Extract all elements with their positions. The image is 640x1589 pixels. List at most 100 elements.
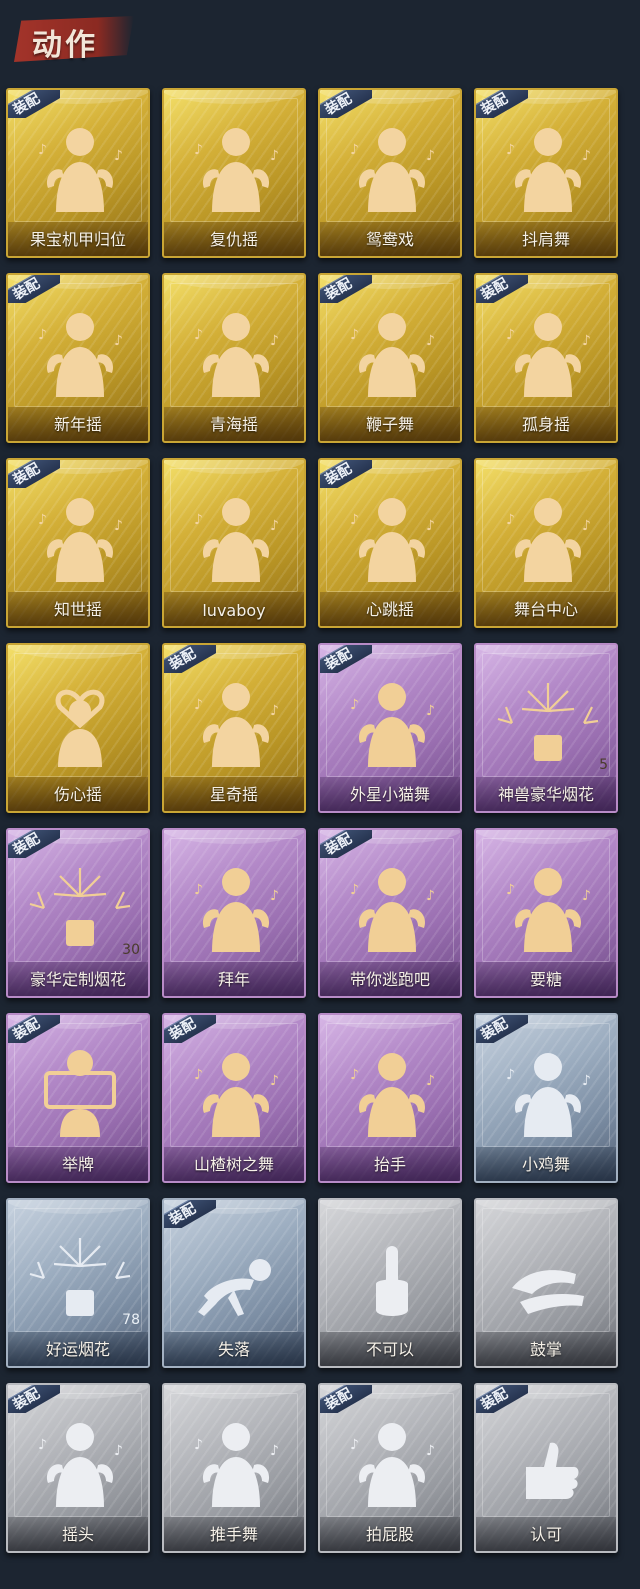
equipped-badge: 装配 [8, 275, 60, 303]
page-title: 动作 [32, 28, 98, 63]
action-name: 带你逃跑吧 [349, 970, 430, 989]
action-card[interactable]: 不可以 [318, 1198, 462, 1368]
svg-text:♪: ♪ [582, 333, 591, 349]
equipped-badge: 装配 [476, 90, 528, 118]
action-card[interactable]: ♪ ♪ 新年摇 装配 [6, 273, 150, 443]
action-name: 抬手 [373, 1155, 406, 1174]
action-name: 拍屁股 [365, 1525, 414, 1544]
svg-text:♪: ♪ [38, 327, 47, 343]
action-name: 鼓掌 [529, 1340, 562, 1359]
action-name: 新年摇 [53, 415, 102, 434]
action-card[interactable]: 5 神兽豪华烟花 [474, 643, 618, 813]
action-card[interactable]: 鼓掌 [474, 1198, 618, 1368]
action-card[interactable]: ♪ ♪ 知世摇 装配 [6, 458, 150, 628]
item-count: 78 [122, 1312, 140, 1328]
dancer-icon: ♪ ♪ [476, 108, 616, 218]
action-card[interactable]: ♪ ♪ 小鸡舞 装配 [474, 1013, 618, 1183]
action-card[interactable]: 失落 装配 [162, 1198, 306, 1368]
action-card[interactable]: ♪ ♪ 摇头 装配 [6, 1383, 150, 1553]
dancer-icon: ♪ ♪ [8, 293, 148, 403]
action-card[interactable]: 30 豪华定制烟花 装配 [6, 828, 150, 998]
action-name: 鞭子舞 [365, 415, 414, 434]
action-card[interactable]: ♪ ♪ 青海摇 [162, 273, 306, 443]
svg-text:♪: ♪ [506, 142, 515, 158]
equipped-badge: 装配 [320, 1385, 372, 1413]
dancer-icon: ♪ ♪ [476, 293, 616, 403]
action-card[interactable]: 认可 装配 [474, 1383, 618, 1553]
item-count: 30 [122, 942, 140, 958]
dancer-icon: ♪ ♪ [320, 848, 460, 958]
action-card[interactable]: ♪ ♪ 山楂树之舞 装配 [162, 1013, 306, 1183]
fireworks-icon [476, 663, 616, 773]
action-card[interactable]: ♪ ♪ 外星小猫舞 装配 [318, 643, 462, 813]
clap-icon [476, 1218, 616, 1328]
svg-text:♪: ♪ [506, 882, 515, 898]
action-card[interactable]: ♪ ♪ 星奇摇 装配 [162, 643, 306, 813]
action-card[interactable]: ♪ ♪ 拜年 [162, 828, 306, 998]
svg-text:♪: ♪ [114, 1443, 123, 1459]
dancer-icon: ♪ ♪ [320, 1403, 460, 1513]
dancer-icon: ♪ ♪ [8, 478, 148, 588]
svg-text:♪: ♪ [194, 882, 203, 898]
svg-text:♪: ♪ [582, 888, 591, 904]
equipped-badge: 装配 [320, 830, 372, 858]
svg-text:♪: ♪ [582, 518, 591, 534]
svg-text:♪: ♪ [582, 148, 591, 164]
action-card[interactable]: ♪ ♪ 孤身摇 装配 [474, 273, 618, 443]
svg-text:♪: ♪ [426, 148, 435, 164]
dancer-icon: ♪ ♪ [164, 478, 304, 588]
action-card[interactable]: ♪ ♪ 复仇摇 [162, 88, 306, 258]
action-name: luvaboy [202, 601, 266, 620]
action-card[interactable]: ♪ ♪ 鞭子舞 装配 [318, 273, 462, 443]
svg-text:♪: ♪ [426, 888, 435, 904]
equipped-badge: 装配 [8, 1015, 60, 1043]
action-name: 心跳摇 [365, 600, 414, 619]
svg-text:♪: ♪ [350, 882, 359, 898]
equipped-badge: 装配 [164, 645, 216, 673]
action-card[interactable]: ♪ ♪ 鸳鸯戏 装配 [318, 88, 462, 258]
action-name: 推手舞 [209, 1525, 258, 1544]
action-card[interactable]: 伤心摇 [6, 643, 150, 813]
dancer-icon: ♪ ♪ [164, 108, 304, 218]
svg-text:♪: ♪ [194, 142, 203, 158]
svg-text:♪: ♪ [270, 1073, 279, 1089]
dancer-icon: ♪ ♪ [320, 478, 460, 588]
action-name: 小鸡舞 [521, 1155, 570, 1174]
dancer-icon: ♪ ♪ [320, 108, 460, 218]
dancer-icon: ♪ ♪ [320, 663, 460, 773]
action-card[interactable]: ♪ ♪ luvaboy [162, 458, 306, 628]
equipped-badge: 装配 [320, 460, 372, 488]
action-name: 星奇摇 [209, 785, 258, 804]
action-name: 知世摇 [53, 600, 102, 619]
equipped-badge: 装配 [164, 1015, 216, 1043]
action-card[interactable]: ♪ ♪ 舞台中心 [474, 458, 618, 628]
action-card[interactable]: ♪ ♪ 果宝机甲归位 装配 [6, 88, 150, 258]
svg-text:♪: ♪ [194, 697, 203, 713]
header: 动作 [0, 0, 640, 80]
equipped-badge: 装配 [320, 645, 372, 673]
svg-text:♪: ♪ [270, 333, 279, 349]
action-card[interactable]: ♪ ♪ 心跳摇 装配 [318, 458, 462, 628]
svg-text:♪: ♪ [194, 327, 203, 343]
heart-hands-icon [8, 663, 148, 773]
dancer-icon: ♪ ♪ [164, 1033, 304, 1143]
dancer-icon: ♪ ♪ [320, 293, 460, 403]
action-name: 摇头 [61, 1525, 94, 1544]
action-name: 鸳鸯戏 [365, 230, 414, 249]
action-card[interactable]: ♪ ♪ 带你逃跑吧 装配 [318, 828, 462, 998]
action-name: 豪华定制烟花 [29, 970, 126, 989]
item-count: 5 [599, 757, 608, 773]
action-card[interactable]: 举牌 装配 [6, 1013, 150, 1183]
action-card[interactable]: ♪ ♪ 拍屁股 装配 [318, 1383, 462, 1553]
action-name: 举牌 [61, 1155, 94, 1174]
action-name: 外星小猫舞 [349, 785, 430, 804]
action-card[interactable]: ♪ ♪ 抬手 [318, 1013, 462, 1183]
action-card[interactable]: ♪ ♪ 要糖 [474, 828, 618, 998]
svg-text:♪: ♪ [114, 148, 123, 164]
dancer-icon: ♪ ♪ [164, 663, 304, 773]
dancer-icon: ♪ ♪ [8, 108, 148, 218]
svg-text:♪: ♪ [270, 148, 279, 164]
action-card[interactable]: 78 好运烟花 [6, 1198, 150, 1368]
action-card[interactable]: ♪ ♪ 抖肩舞 装配 [474, 88, 618, 258]
action-card[interactable]: ♪ ♪ 推手舞 [162, 1383, 306, 1553]
